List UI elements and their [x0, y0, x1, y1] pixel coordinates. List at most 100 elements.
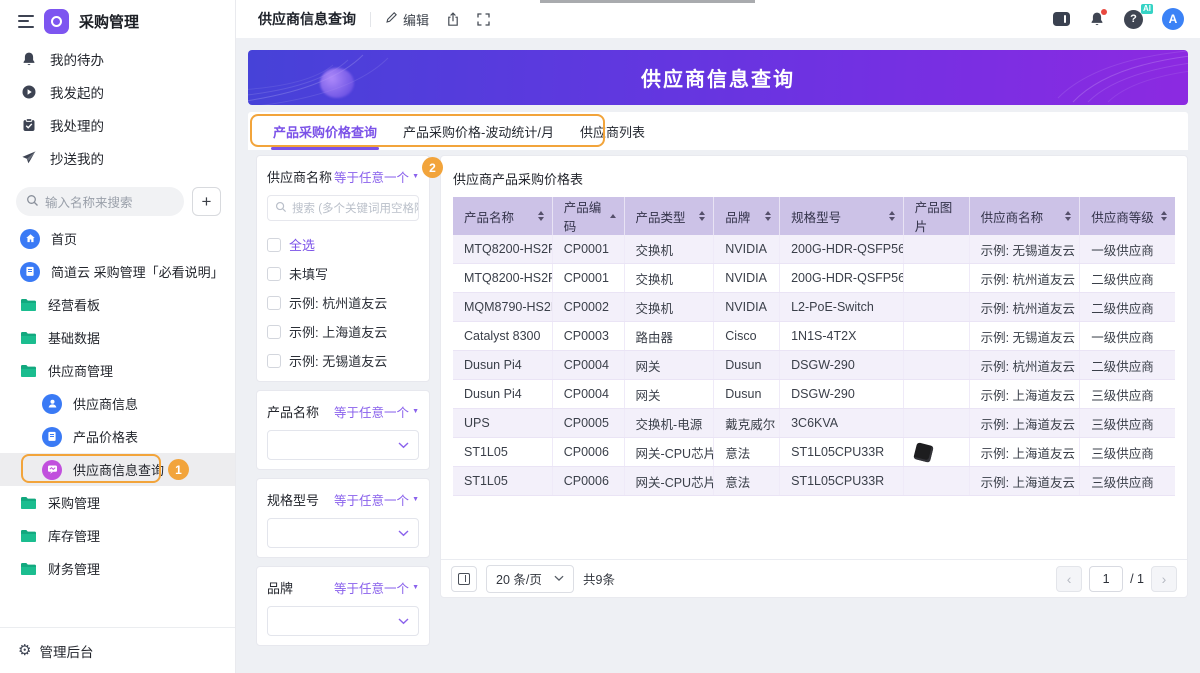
notifications-button[interactable]: [1089, 11, 1105, 27]
sidebar-menu-item[interactable]: 经营看板: [0, 288, 235, 321]
table-cell: [904, 264, 970, 292]
help-button[interactable]: ? AI: [1124, 10, 1143, 29]
filter-select[interactable]: [267, 518, 419, 548]
sort-icon[interactable]: [889, 211, 895, 221]
tab-item[interactable]: 产品采购价格-波动统计/月: [390, 112, 567, 150]
caret-down-icon: ▼: [412, 173, 419, 180]
share-button[interactable]: [446, 12, 460, 27]
search-input[interactable]: 输入名称来搜索: [16, 187, 184, 216]
sidebar-menu-item[interactable]: 采购管理: [0, 486, 235, 519]
banner-decoration-left: [248, 50, 478, 105]
sidebar-menu-item[interactable]: 产品价格表: [0, 420, 235, 453]
sidebar-menu-item[interactable]: 基础数据: [0, 321, 235, 354]
sidebar-toggle-icon[interactable]: [1053, 12, 1070, 26]
hamburger-menu-icon[interactable]: [18, 15, 34, 28]
checkbox[interactable]: [267, 267, 281, 281]
sidebar-menu-item[interactable]: 首页: [0, 222, 235, 255]
checkbox[interactable]: [267, 325, 281, 339]
next-page-button[interactable]: ›: [1151, 566, 1177, 592]
gear-icon: ⚙: [18, 643, 31, 658]
column-header[interactable]: 供应商名称: [970, 197, 1081, 235]
tab-active[interactable]: 产品采购价格查询: [260, 112, 390, 150]
sidebar-menu-item[interactable]: 供应商管理: [0, 354, 235, 387]
main-area: 供应商信息查询 编辑 ? AI A: [236, 0, 1200, 673]
quick-item[interactable]: 我处理的: [0, 108, 235, 141]
column-header[interactable]: 产品类型: [625, 197, 715, 235]
table-row[interactable]: ST1L05CP0006网关-CPU芯片意法ST1L05CPU33R示例: 上海…: [453, 438, 1175, 467]
column-header[interactable]: 规格型号: [780, 197, 904, 235]
table-cell: UPS: [453, 409, 553, 437]
table-row[interactable]: MQM8790-HS2RCP0002交换机NVIDIAL2-PoE-Switch…: [453, 293, 1175, 322]
column-header[interactable]: 产品图片: [904, 197, 970, 235]
column-header[interactable]: 产品编码: [553, 197, 625, 235]
table-row[interactable]: Catalyst 8300CP0003路由器Cisco1N1S-4T2X示例: …: [453, 322, 1175, 351]
quick-item[interactable]: 抄送我的: [0, 141, 235, 174]
app-logo-icon: [44, 9, 69, 34]
column-header[interactable]: 供应商等级: [1080, 197, 1175, 235]
sidebar-menu-item[interactable]: 财务管理: [0, 552, 235, 585]
table-header: 产品名称产品编码产品类型品牌规格型号 产品图片供应商名称供应商等级: [453, 197, 1175, 235]
chevron-down-icon: [554, 575, 564, 582]
table-cell: 示例: 杭州道友云: [970, 351, 1081, 379]
sort-icon[interactable]: [1065, 211, 1071, 221]
page-size-select[interactable]: 20 条/页: [486, 565, 574, 593]
avatar[interactable]: A: [1162, 8, 1184, 30]
table-cell: NVIDIA: [714, 293, 780, 321]
table-cell: Cisco: [714, 322, 780, 350]
filter-operator-dropdown[interactable]: 等于任意一个▼: [334, 402, 419, 421]
sort-asc-icon[interactable]: [610, 214, 616, 218]
table-row[interactable]: UPSCP0005交换机-电源戴克威尔3C6KVA示例: 上海道友云三级供应商: [453, 409, 1175, 438]
table-title: 供应商产品采购价格表: [441, 156, 1187, 197]
checkbox[interactable]: [267, 296, 281, 310]
prev-page-button[interactable]: ‹: [1056, 566, 1082, 592]
admin-footer[interactable]: ⚙ 管理后台: [0, 627, 235, 673]
filter-option[interactable]: 示例: 杭州道友云: [267, 288, 419, 317]
filter-option[interactable]: 全选: [267, 230, 419, 259]
sort-icon[interactable]: [1161, 211, 1167, 221]
table-cell: [904, 322, 970, 350]
table-row[interactable]: Dusun Pi4CP0004网关DusunDSGW-290示例: 杭州道友云二…: [453, 351, 1175, 380]
filter-select[interactable]: [267, 606, 419, 636]
quick-item[interactable]: 我发起的: [0, 75, 235, 108]
topbar-right: ? AI A: [1053, 8, 1184, 30]
sidebar-menu-item[interactable]: 简道云 采购管理「必看说明」: [0, 255, 235, 288]
table-cell: Dusun Pi4: [453, 380, 553, 408]
column-header[interactable]: 产品名称: [453, 197, 553, 235]
sort-icon[interactable]: [538, 211, 544, 221]
banner-title: 供应商信息查询: [641, 63, 795, 92]
table-row[interactable]: ST1L05CP0006网关-CPU芯片意法ST1L05CPU33R示例: 上海…: [453, 467, 1175, 496]
checkbox[interactable]: [267, 238, 281, 252]
table-row[interactable]: Dusun Pi4CP0004网关DusunDSGW-290示例: 上海道友云三…: [453, 380, 1175, 409]
sort-icon[interactable]: [765, 211, 771, 221]
filter-select[interactable]: [267, 430, 419, 460]
table-cell: CP0003: [553, 322, 625, 350]
filter-option-label: 示例: 上海道友云: [289, 322, 387, 341]
filter-search-input[interactable]: 搜索 (多个关键词用空格隔开): [267, 195, 419, 221]
table-row[interactable]: MTQ8200-HS2FCP0001交换机NVIDIA200G-HDR-QSFP…: [453, 264, 1175, 293]
sidebar-menu-item[interactable]: 供应商信息查询1: [0, 453, 235, 486]
fullscreen-button[interactable]: [477, 13, 490, 26]
filter-operator-dropdown[interactable]: 等于任意一个▼: [334, 578, 419, 597]
sidebar-menu-item[interactable]: 库存管理: [0, 519, 235, 552]
column-header[interactable]: 品牌: [714, 197, 780, 235]
column-header-label: 规格型号: [791, 207, 841, 226]
add-button[interactable]: +: [192, 187, 221, 216]
filter-option[interactable]: 示例: 上海道友云: [267, 317, 419, 346]
table-cell: [904, 235, 970, 263]
filter-operator-dropdown[interactable]: 等于任意一个▼: [334, 167, 419, 186]
filter-option[interactable]: 示例: 无锡道友云: [267, 346, 419, 375]
sidebar-menu: 首页简道云 采购管理「必看说明」经营看板基础数据供应商管理供应商信息产品价格表供…: [0, 222, 235, 585]
sort-icon[interactable]: [699, 211, 705, 221]
quick-item[interactable]: 我的待办: [0, 42, 235, 75]
checkbox[interactable]: [267, 354, 281, 368]
edit-button[interactable]: 编辑: [385, 10, 429, 29]
tab-item[interactable]: 供应商列表: [567, 112, 658, 150]
column-settings-button[interactable]: [451, 566, 477, 592]
sidebar-menu-item[interactable]: 供应商信息: [0, 387, 235, 420]
column-header-label: 产品图片: [915, 197, 961, 235]
table-row[interactable]: MTQ8200-HS2FCP0001交换机NVIDIA200G-HDR-QSFP…: [453, 235, 1175, 264]
filter-option[interactable]: 未填写: [267, 259, 419, 288]
filter-operator-dropdown[interactable]: 等于任意一个▼: [334, 490, 419, 509]
current-page-input[interactable]: 1: [1089, 566, 1123, 592]
table-cell: 交换机: [625, 293, 715, 321]
